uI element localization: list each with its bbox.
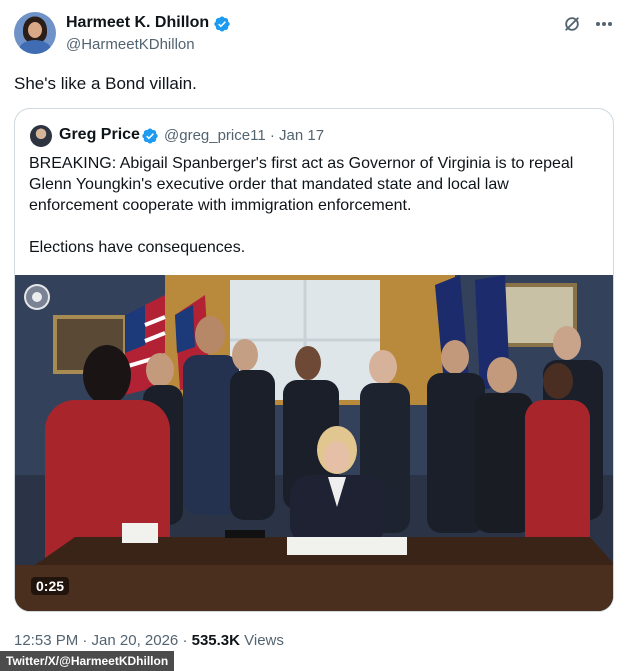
tweet-meta: 12:53 PM · Jan 20, 2026 · 535.3K Views <box>14 632 284 649</box>
more-icon[interactable] <box>594 14 614 34</box>
tweet-timestamp[interactable]: 12:53 PM · Jan 20, 2026 · <box>14 632 192 649</box>
author-name[interactable]: Harmeet K. Dhillon <box>66 14 209 32</box>
views-label: Views <box>239 632 284 649</box>
verified-badge-icon <box>142 128 158 144</box>
quote-meta: @greg_price11 · Jan 17 <box>164 127 325 144</box>
video-frame <box>15 275 613 611</box>
author-handle[interactable]: @HarmeetKDhillon <box>66 36 195 53</box>
video-player[interactable]: 0:25 <box>15 275 613 611</box>
views-count: 535.3K <box>191 632 240 649</box>
author-avatar[interactable] <box>14 12 56 54</box>
verified-badge-icon <box>214 16 230 32</box>
quote-author-name[interactable]: Greg Price <box>59 126 140 144</box>
tweet-card: Harmeet K. Dhillon @HarmeetKDhillon She'… <box>0 0 634 671</box>
quote-author-avatar[interactable] <box>30 125 52 147</box>
tweet-text: She's like a Bond villain. <box>14 74 197 93</box>
quoted-tweet[interactable]: Greg Price @greg_price11 · Jan 17 BREAKI… <box>14 108 614 612</box>
video-duration: 0:25 <box>31 577 70 595</box>
image-credit: Twitter/X/@HarmeetKDhillon <box>0 651 175 671</box>
quote-paragraph: BREAKING: Abigail Spanberger's first act… <box>29 155 574 214</box>
grok-icon[interactable] <box>562 14 582 34</box>
quote-paragraph: Elections have consequences. <box>29 239 246 256</box>
quote-body: BREAKING: Abigail Spanberger's first act… <box>29 153 599 279</box>
header-actions <box>562 14 614 34</box>
pip-icon[interactable] <box>24 284 50 310</box>
